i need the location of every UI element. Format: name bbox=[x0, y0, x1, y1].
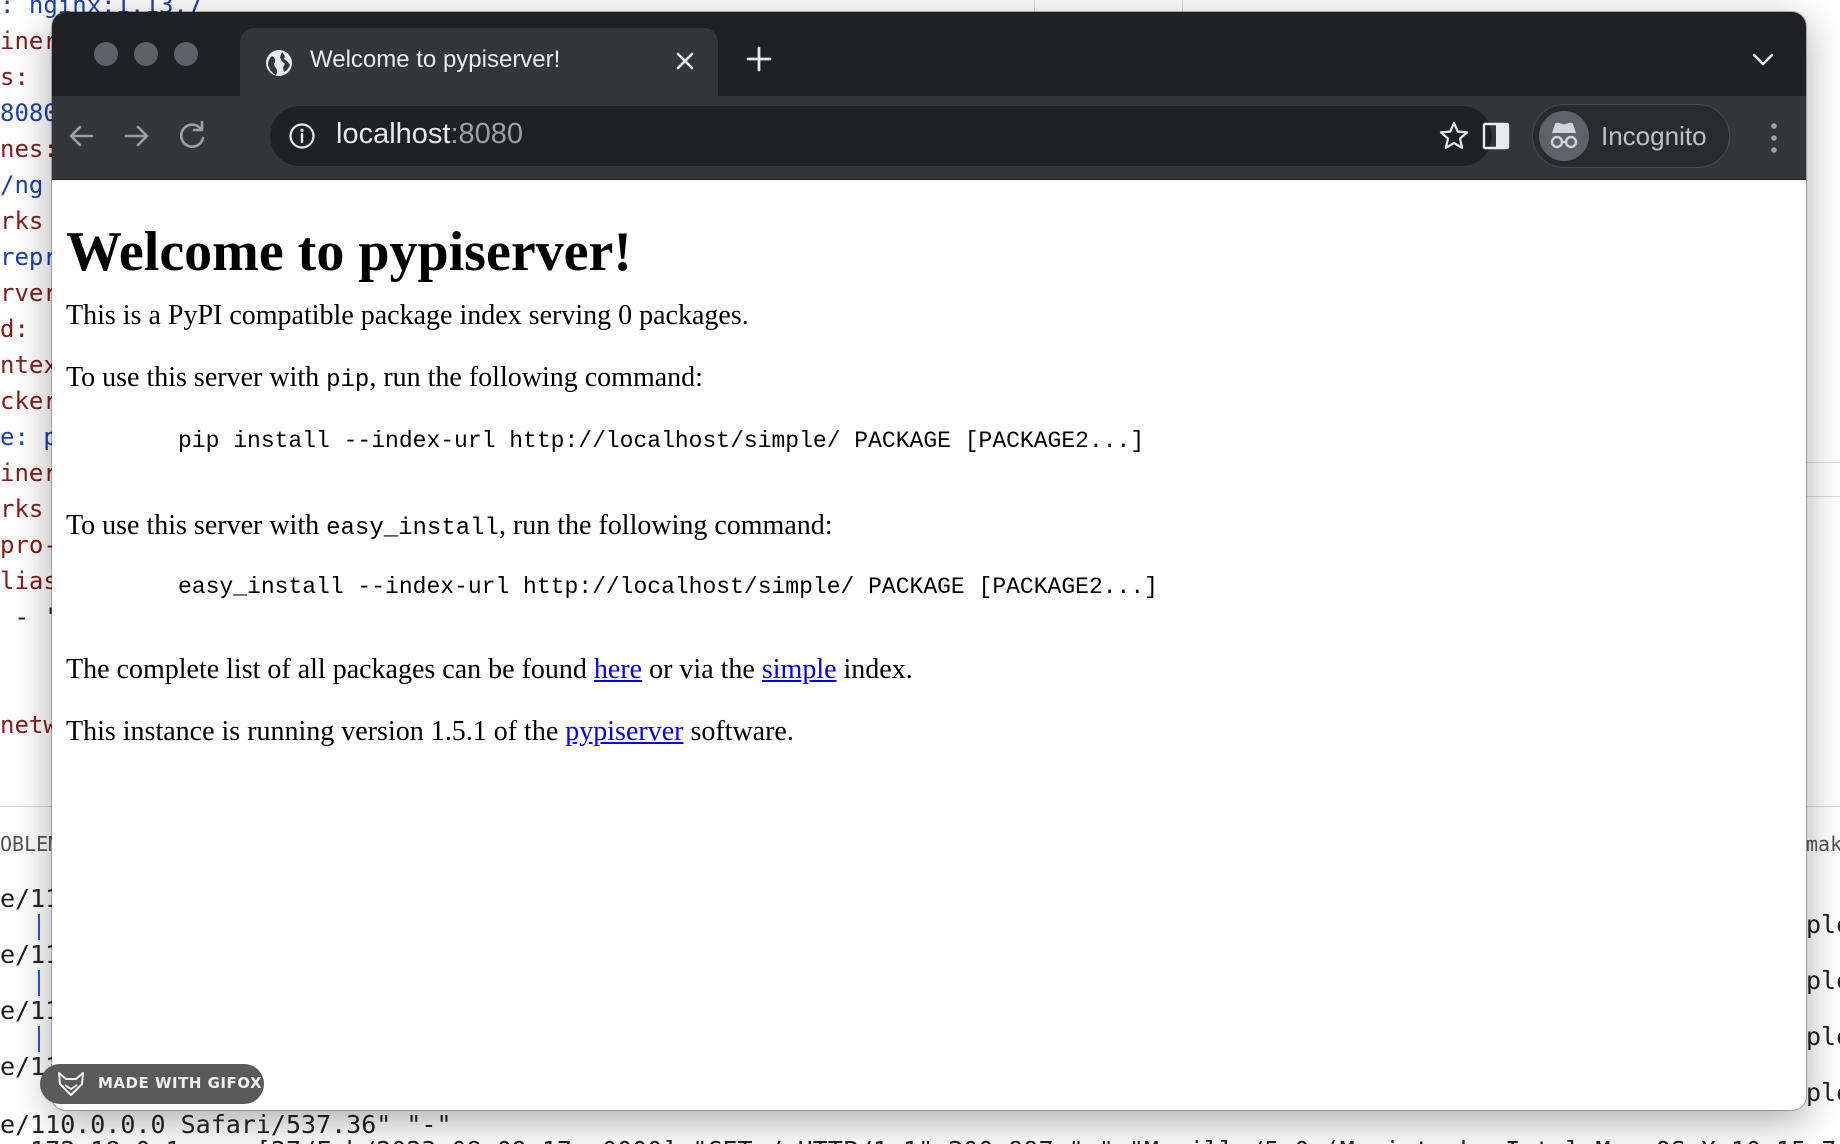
editor-code-line: - ' bbox=[0, 603, 58, 631]
editor-code-lines: : nginx:1.13.7 iner s: 8080 nes:/ng rks repr rv… bbox=[0, 0, 202, 800]
globe-icon bbox=[266, 50, 292, 76]
window-close-button[interactable] bbox=[94, 42, 118, 66]
editor-code-line: d: bbox=[0, 315, 29, 343]
version-prefix: This instance is running version 1.5.1 o… bbox=[66, 716, 566, 747]
incognito-glasses-icon bbox=[1550, 122, 1578, 149]
tab-strip: Welcome to pypiserver! bbox=[52, 12, 1806, 96]
side-panel-icon[interactable] bbox=[1474, 114, 1518, 158]
editor-code-line: rks bbox=[0, 495, 44, 523]
incognito-icon bbox=[1539, 111, 1589, 161]
info-icon[interactable] bbox=[288, 122, 316, 150]
gifox-watermark: MADE WITH GIFOX bbox=[40, 1064, 264, 1104]
easy-install-paragraph: To use this server with easy_install, ru… bbox=[66, 510, 833, 542]
easy-install-code: easy_install bbox=[326, 515, 499, 542]
intro-paragraph: This is a PyPI compatible package index … bbox=[66, 300, 749, 331]
browser-toolbar: localhost:8080 Incognito bbox=[52, 96, 1806, 180]
package-list-paragraph: The complete list of all packages can be… bbox=[66, 654, 913, 686]
address-bar[interactable]: localhost:8080 bbox=[270, 106, 1492, 166]
back-arrow-icon[interactable] bbox=[62, 116, 102, 156]
editor-code-line: netw bbox=[0, 711, 58, 739]
version-suffix: software. bbox=[683, 716, 794, 747]
pip-paragraph: To use this server with pip, run the fol… bbox=[66, 362, 703, 394]
terminal-line: ple bbox=[1806, 1022, 1840, 1051]
url-host: localhost bbox=[336, 118, 451, 150]
terminal-line: ple bbox=[1806, 910, 1840, 939]
list-prefix: The complete list of all packages can be… bbox=[66, 654, 594, 685]
editor-code-line: repr bbox=[0, 243, 58, 271]
tab-title: Welcome to pypiserver! bbox=[310, 46, 561, 73]
terminal-bar bbox=[38, 914, 40, 940]
easy-prefix: To use this server with bbox=[66, 510, 327, 541]
fox-icon bbox=[58, 1072, 84, 1096]
plus-icon[interactable] bbox=[744, 44, 774, 74]
editor-divider bbox=[1806, 462, 1840, 463]
pip-code: pip bbox=[326, 367, 370, 394]
terminal-bar bbox=[38, 970, 40, 996]
reload-icon[interactable] bbox=[172, 116, 212, 156]
page-title: Welcome to pypiserver! bbox=[66, 221, 633, 283]
window-zoom-button[interactable] bbox=[174, 42, 198, 66]
page-content: Welcome to pypiserver! This is a PyPI co… bbox=[52, 180, 1806, 1110]
browser-window: Welcome to pypiserver! localhost:8080 In… bbox=[52, 12, 1806, 1110]
editor-divider bbox=[1806, 496, 1840, 497]
pip-prefix: To use this server with bbox=[66, 362, 327, 393]
terminal-line: 172.18.0.1 - - [27/Feb/2023:08:09:17 +00… bbox=[0, 1136, 1840, 1144]
terminal-line: ple bbox=[1806, 1078, 1840, 1107]
list-middle: or via the bbox=[642, 654, 762, 685]
editor-code-line: iner bbox=[0, 27, 58, 55]
tab-active[interactable]: Welcome to pypiserver! bbox=[240, 28, 718, 96]
editor-code-line: pro- bbox=[0, 531, 58, 559]
editor-code-line: /ng bbox=[0, 171, 44, 199]
simple-link[interactable]: simple bbox=[762, 654, 837, 685]
editor-code-line: ntex bbox=[0, 351, 58, 379]
editor-code-line: 8080 bbox=[0, 99, 58, 127]
editor-code-line: nes: bbox=[0, 135, 58, 163]
list-suffix: index. bbox=[836, 654, 913, 685]
here-link[interactable]: here bbox=[594, 654, 642, 685]
star-icon[interactable] bbox=[1438, 120, 1470, 152]
pypiserver-link[interactable]: pypiserver bbox=[565, 716, 683, 747]
easy-install-command: easy_install --index-url http://localhos… bbox=[178, 574, 1158, 600]
url-text[interactable]: localhost:8080 bbox=[336, 118, 523, 151]
chevron-down-icon[interactable] bbox=[1750, 50, 1776, 70]
version-paragraph: This instance is running version 1.5.1 o… bbox=[66, 716, 794, 748]
pip-command: pip install --index-url http://localhost… bbox=[178, 428, 1145, 454]
editor-code-line: lias bbox=[0, 567, 58, 595]
terminal-line: ple bbox=[1806, 966, 1840, 995]
editor-code-line: iner bbox=[0, 459, 58, 487]
forward-arrow-icon[interactable] bbox=[116, 116, 156, 156]
easy-suffix: , run the following command: bbox=[498, 510, 833, 541]
editor-code-line: s: bbox=[0, 63, 29, 91]
terminal-bar bbox=[38, 1026, 40, 1052]
gifox-label: MADE WITH GIFOX bbox=[98, 1074, 263, 1092]
panel-tab-right[interactable]: mak bbox=[1806, 832, 1840, 856]
incognito-indicator[interactable]: Incognito bbox=[1532, 104, 1730, 168]
editor-code-line: cker bbox=[0, 387, 58, 415]
close-icon[interactable] bbox=[670, 46, 700, 76]
editor-code-line: rver bbox=[0, 279, 58, 307]
incognito-label: Incognito bbox=[1601, 121, 1707, 151]
window-minimize-button[interactable] bbox=[134, 42, 158, 66]
url-port: :8080 bbox=[450, 118, 524, 150]
editor-code-line: rks bbox=[0, 207, 44, 235]
pip-suffix: , run the following command: bbox=[369, 362, 703, 393]
terminal-line: e/110.0.0.0 Safari/537.36" "-" bbox=[0, 1110, 452, 1139]
more-vert-icon[interactable] bbox=[1764, 118, 1784, 158]
